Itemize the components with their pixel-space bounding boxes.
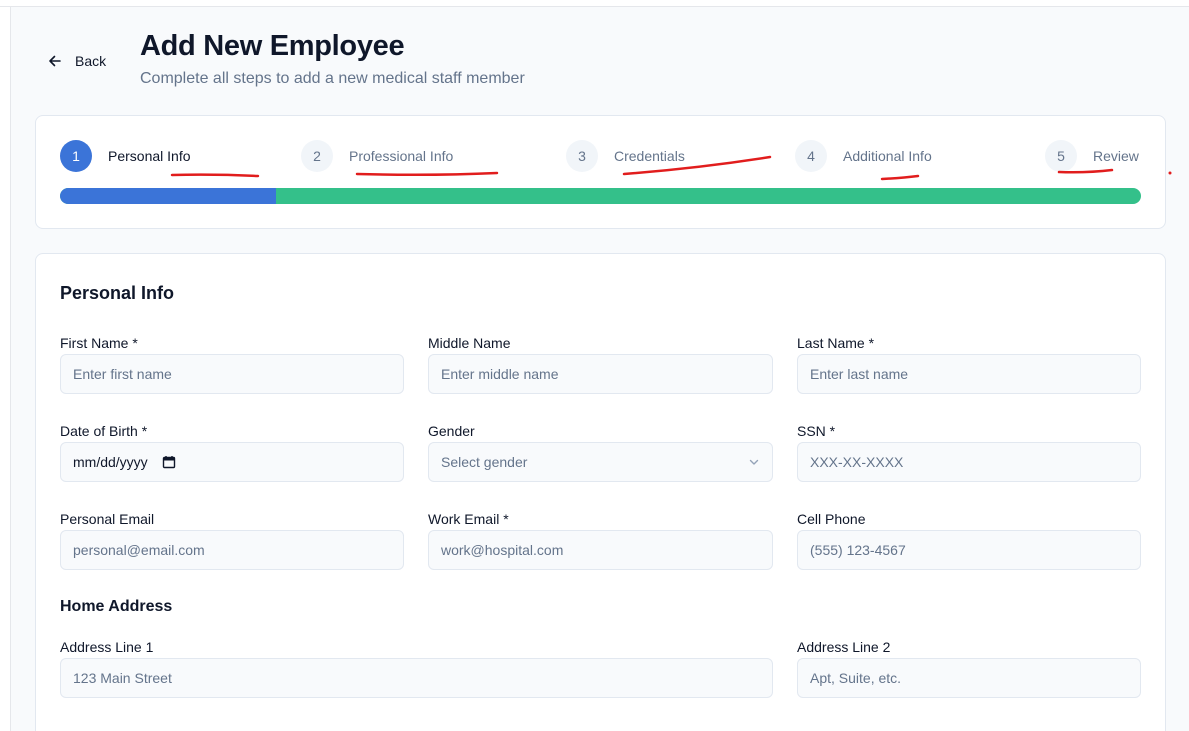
step-label: Professional Info xyxy=(349,148,454,164)
personal-email-input[interactable] xyxy=(60,530,404,570)
personal-info-card: Personal Info First Name * Middle Name L… xyxy=(35,253,1166,731)
chevron-down-icon xyxy=(749,459,759,465)
address-line1-input[interactable] xyxy=(60,658,773,698)
address-line1-label: Address Line 1 xyxy=(60,639,154,655)
home-address-title: Home Address xyxy=(60,598,173,615)
step-label: Personal Info xyxy=(108,148,191,164)
step-number: 3 xyxy=(566,140,598,172)
step-number: 2 xyxy=(301,140,333,172)
middle-name-input[interactable] xyxy=(428,354,773,394)
middle-name-label: Middle Name xyxy=(428,335,511,351)
step-label: Additional Info xyxy=(843,148,932,164)
ssn-label: SSN * xyxy=(797,423,836,439)
step-personal-info[interactable]: 1 Personal Info xyxy=(60,140,191,172)
page-subtitle: Complete all steps to add a new medical … xyxy=(140,70,525,87)
first-name-input[interactable] xyxy=(60,354,404,394)
progress-fill xyxy=(60,188,277,204)
progress-bar xyxy=(60,188,1141,204)
dob-label: Date of Birth * xyxy=(60,423,148,439)
page-title: Add New Employee xyxy=(140,30,405,62)
dob-input[interactable]: mm/dd/yyyy xyxy=(60,442,404,482)
step-review[interactable]: 5 Review xyxy=(1045,140,1139,172)
back-button[interactable]: Back xyxy=(48,52,106,70)
work-email-input[interactable] xyxy=(428,530,773,570)
work-email-label: Work Email * xyxy=(428,511,509,527)
step-number: 4 xyxy=(795,140,827,172)
address-line2-label: Address Line 2 xyxy=(797,639,891,655)
address-line2-input[interactable] xyxy=(797,658,1141,698)
stepper-card: 1 Personal Info 2 Professional Info 3 Cr… xyxy=(35,115,1166,229)
step-label: Credentials xyxy=(614,148,685,164)
arrow-left-icon xyxy=(49,55,61,67)
step-number: 5 xyxy=(1045,140,1077,172)
section-title: Personal Info xyxy=(60,283,175,303)
back-label: Back xyxy=(75,53,107,69)
cell-phone-input[interactable] xyxy=(797,530,1141,570)
step-additional-info[interactable]: 4 Additional Info xyxy=(795,140,932,172)
step-professional-info[interactable]: 2 Professional Info xyxy=(301,140,453,172)
first-name-label: First Name * xyxy=(60,335,138,351)
gender-select[interactable]: Select gender xyxy=(428,442,773,482)
gender-label: Gender xyxy=(428,423,475,439)
last-name-input[interactable] xyxy=(797,354,1141,394)
step-label: Review xyxy=(1093,148,1139,164)
dob-value: mm/dd/yyyy xyxy=(73,454,148,470)
step-number: 1 xyxy=(60,140,92,172)
last-name-label: Last Name * xyxy=(797,335,875,351)
ssn-input[interactable] xyxy=(797,442,1141,482)
gender-value: Select gender xyxy=(441,454,528,470)
personal-email-label: Personal Email xyxy=(60,511,155,527)
calendar-icon[interactable] xyxy=(162,455,176,469)
cell-phone-label: Cell Phone xyxy=(797,511,866,527)
step-credentials[interactable]: 3 Credentials xyxy=(566,140,685,172)
